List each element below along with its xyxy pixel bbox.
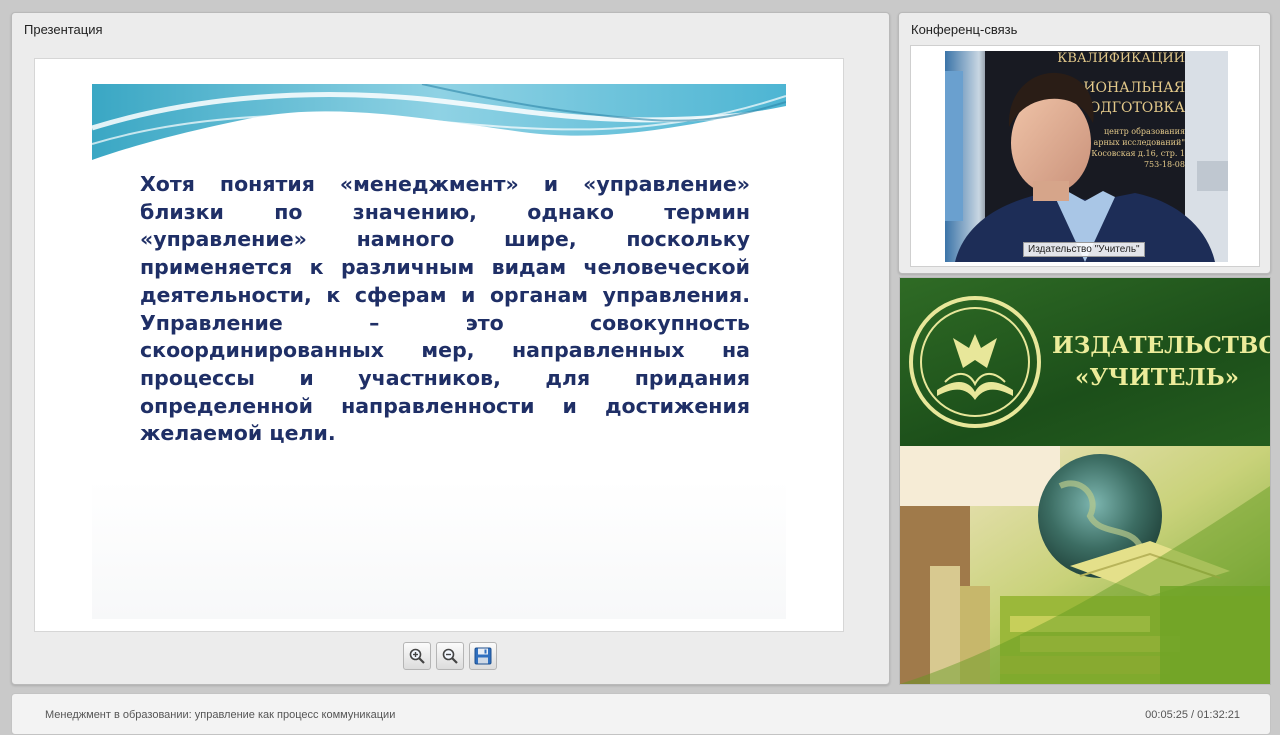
slide-body-text: Хотя понятия «менеджмент» и «управление»… [140,172,750,446]
slide-background [92,479,786,619]
zoom-out-button[interactable] [436,642,464,670]
slide: Хотя понятия «менеджмент» и «управление»… [34,58,844,632]
publisher-name: ИЗДАТЕЛЬСТВО «УЧИТЕЛЬ» [1052,330,1271,394]
status-bar: Менеджмент в образовании: управление как… [11,693,1271,735]
speaker-figure [955,72,1215,262]
save-button[interactable] [469,642,497,670]
publisher-name-line1: ИЗДАТЕЛЬСТВО [1052,332,1271,359]
video-caption: Издательство "Учитель" [1023,242,1145,257]
presentation-panel-title: Презентация [24,22,103,37]
books-globe-illustration [900,446,1270,684]
playback-time: 00:05:25 / 01:32:21 [1145,709,1240,721]
time-elapsed: 00:05:25 [1145,709,1188,721]
publisher-logo-icon [909,296,1041,428]
zoom-in-icon [409,648,425,664]
publisher-banner-top: ИЗДАТЕЛЬСТВО «УЧИТЕЛЬ» [900,278,1270,446]
publisher-name-line2: «УЧИТЕЛЬ» [1074,364,1240,391]
zoom-out-icon [442,648,458,664]
time-total: 01:32:21 [1197,709,1240,721]
conference-panel: Конференц-связь КВАЛИФИКАЦИИ ИОНАЛЬНАЯ О… [898,12,1271,274]
course-title: Менеджмент в образовании: управление как… [45,709,396,721]
video-container: КВАЛИФИКАЦИИ ИОНАЛЬНАЯ ОДГОТОВКА центр о… [910,45,1260,267]
publisher-banner: ИЗДАТЕЛЬСТВО «УЧИТЕЛЬ» [899,277,1271,685]
conference-panel-title: Конференц-связь [911,22,1018,37]
save-icon [474,647,492,665]
presentation-panel: Презентация Хотя понятия «менеджмент» и … [11,12,890,685]
zoom-in-button[interactable] [403,642,431,670]
slide-header-wave [92,84,786,162]
video-feed[interactable]: КВАЛИФИКАЦИИ ИОНАЛЬНАЯ ОДГОТОВКА центр о… [945,51,1228,262]
time-separator: / [1188,709,1198,721]
